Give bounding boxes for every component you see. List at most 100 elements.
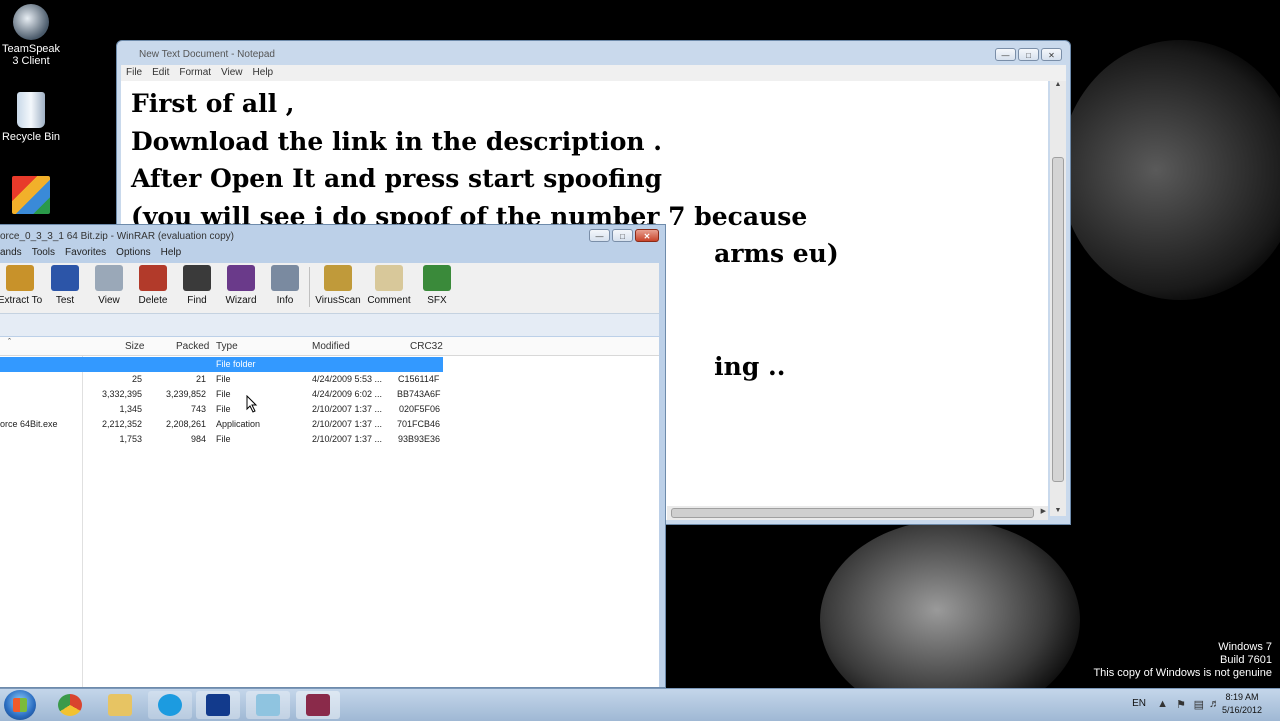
file-row[interactable]: 1,753 984 File 2/10/2007 1:37 ... 93B93E…	[0, 432, 443, 447]
file-crc: 701FCB46	[397, 419, 441, 429]
toolbar-label: Comment	[367, 295, 411, 306]
minimize-button[interactable]: —	[589, 229, 610, 242]
desktop-icon-label: TeamSpeak 3 Client	[1, 43, 61, 67]
file-row[interactable]: 1,345 743 File 2/10/2007 1:37 ... 020F5F…	[0, 402, 443, 417]
scroll-thumb[interactable]	[671, 508, 1034, 518]
taskbar-explorer-button[interactable]	[98, 691, 142, 719]
sfx-icon	[423, 265, 451, 291]
toolbar-label: VirusScan	[315, 295, 361, 306]
sort-arrow-icon[interactable]: ˆ	[8, 337, 11, 347]
virusscan-button[interactable]: VirusScan	[314, 265, 362, 306]
file-row[interactable]: orce 64Bit.exe 2,212,352 2,208,261 Appli…	[0, 417, 443, 432]
toolbar-label: Delete	[138, 295, 168, 306]
wizard-button[interactable]: Wizard	[217, 265, 265, 306]
taskbar-skype-button[interactable]	[148, 691, 192, 719]
clock-date: 5/16/2012	[1221, 705, 1263, 715]
column-type[interactable]: Type	[216, 341, 238, 352]
network-icon[interactable]: ▤	[1194, 698, 1204, 711]
minimize-button[interactable]: —	[995, 48, 1016, 61]
vertical-scrollbar[interactable]: ▲ ▼	[1050, 81, 1066, 516]
teamspeak-icon	[13, 4, 49, 40]
comment-icon	[375, 265, 403, 291]
menu-format[interactable]: Format	[174, 65, 216, 80]
desktop-icon-label: Recycle Bin	[1, 131, 61, 143]
file-packed: 3,239,852	[165, 389, 206, 399]
close-button[interactable]: ✕	[1041, 48, 1062, 61]
recycle-bin-icon	[17, 92, 45, 128]
info-button[interactable]: Info	[261, 265, 309, 306]
taskbar-winrar-button[interactable]	[296, 691, 340, 719]
close-button[interactable]: ✕	[635, 229, 659, 242]
file-crc: BB743A6F	[397, 389, 441, 399]
scroll-down-arrow-icon[interactable]: ▼	[1050, 507, 1066, 514]
column-modified[interactable]: Modified	[312, 341, 350, 352]
extract-to-button[interactable]: Extract To	[0, 265, 44, 306]
find-button[interactable]: Find	[173, 265, 221, 306]
maximize-button[interactable]: □	[1018, 48, 1039, 61]
clock-time: 8:19 AM	[1225, 692, 1259, 702]
file-crc: C156114F	[398, 374, 440, 384]
scroll-up-arrow-icon[interactable]: ▲	[1050, 81, 1066, 88]
view-button[interactable]: View	[85, 265, 133, 306]
menu-help[interactable]: Help	[161, 245, 187, 258]
file-row[interactable]: 25 21 File 4/24/2009 5:53 ... C156114F	[0, 372, 443, 387]
sfx-button[interactable]: SFX	[413, 265, 461, 306]
scroll-right-arrow-icon[interactable]: ▶	[1041, 507, 1046, 515]
winrar-icon	[306, 694, 330, 716]
file-modified: 2/10/2007 1:37 ...	[312, 434, 383, 444]
action-center-icon[interactable]: ⚑	[1176, 698, 1186, 711]
watermark-line: Windows 7	[1218, 641, 1272, 653]
taskbar-chrome-button[interactable]	[48, 691, 92, 719]
file-size: 2,212,352	[101, 419, 142, 429]
menu-file[interactable]: File	[121, 65, 147, 80]
show-hidden-icons-icon[interactable]: ▲	[1157, 698, 1168, 710]
menu-help[interactable]: Help	[248, 65, 279, 80]
delete-button[interactable]: Delete	[129, 265, 177, 306]
file-packed: 2,208,261	[165, 419, 206, 429]
start-button[interactable]	[4, 690, 36, 720]
windows-logo-icon	[13, 698, 27, 712]
folder-icon	[108, 694, 132, 716]
menu-edit[interactable]: Edit	[147, 65, 174, 80]
language-indicator[interactable]: EN	[1132, 698, 1146, 709]
winrar-caption-buttons: — □ ✕	[589, 229, 659, 242]
system-clock[interactable]: 8:19 AM 5/16/2012	[1212, 691, 1272, 717]
address-bar[interactable]	[0, 313, 659, 336]
taskbar-app-button[interactable]	[196, 691, 240, 719]
watermark-line: This copy of Windows is not genuine	[1093, 667, 1272, 679]
menu-bar: ands Tools Favorites Options Help	[0, 245, 659, 261]
horizontal-scrollbar[interactable]: ▶	[667, 506, 1048, 520]
column-packed[interactable]: Packed	[176, 341, 209, 352]
file-packed: 984	[190, 434, 206, 444]
menu-view[interactable]: View	[216, 65, 248, 80]
file-type: File	[216, 389, 231, 399]
wallpaper-shape	[1060, 40, 1280, 300]
menu-favorites[interactable]: Favorites	[65, 245, 111, 258]
desktop-icon-avg[interactable]	[0, 176, 62, 217]
menu-commands[interactable]: ands	[0, 245, 27, 258]
test-icon	[51, 265, 79, 291]
comment-button[interactable]: Comment	[365, 265, 413, 306]
test-button[interactable]: Test	[41, 265, 89, 306]
column-crc32[interactable]: CRC32	[410, 341, 443, 352]
file-modified: 2/10/2007 1:37 ...	[312, 404, 383, 414]
file-list-panel: ˆ Size Packed Type Modified CRC32 File f…	[0, 337, 659, 687]
file-row[interactable]: 3,332,395 3,239,852 File 4/24/2009 6:02 …	[0, 387, 443, 402]
desktop-icon-recycle-bin[interactable]: Recycle Bin	[0, 92, 62, 143]
file-crc: 020F5F06	[399, 404, 441, 414]
scroll-thumb[interactable]	[1052, 157, 1064, 482]
app-blue-icon	[206, 694, 230, 716]
column-size[interactable]: Size	[125, 341, 144, 352]
file-row[interactable]: File folder	[0, 357, 443, 372]
file-type: File	[216, 374, 231, 384]
file-packed: 743	[190, 404, 206, 414]
maximize-button[interactable]: □	[612, 229, 633, 242]
toolbar-label: Test	[55, 295, 75, 306]
file-type: File	[216, 404, 231, 414]
taskbar-notepad-button[interactable]	[246, 691, 290, 719]
desktop-icon-teamspeak[interactable]: TeamSpeak 3 Client	[0, 4, 62, 67]
file-crc: 93B93E36	[398, 434, 441, 444]
menu-options[interactable]: Options	[116, 245, 155, 258]
toolbar-label: SFX	[427, 295, 447, 306]
menu-tools[interactable]: Tools	[32, 245, 60, 258]
